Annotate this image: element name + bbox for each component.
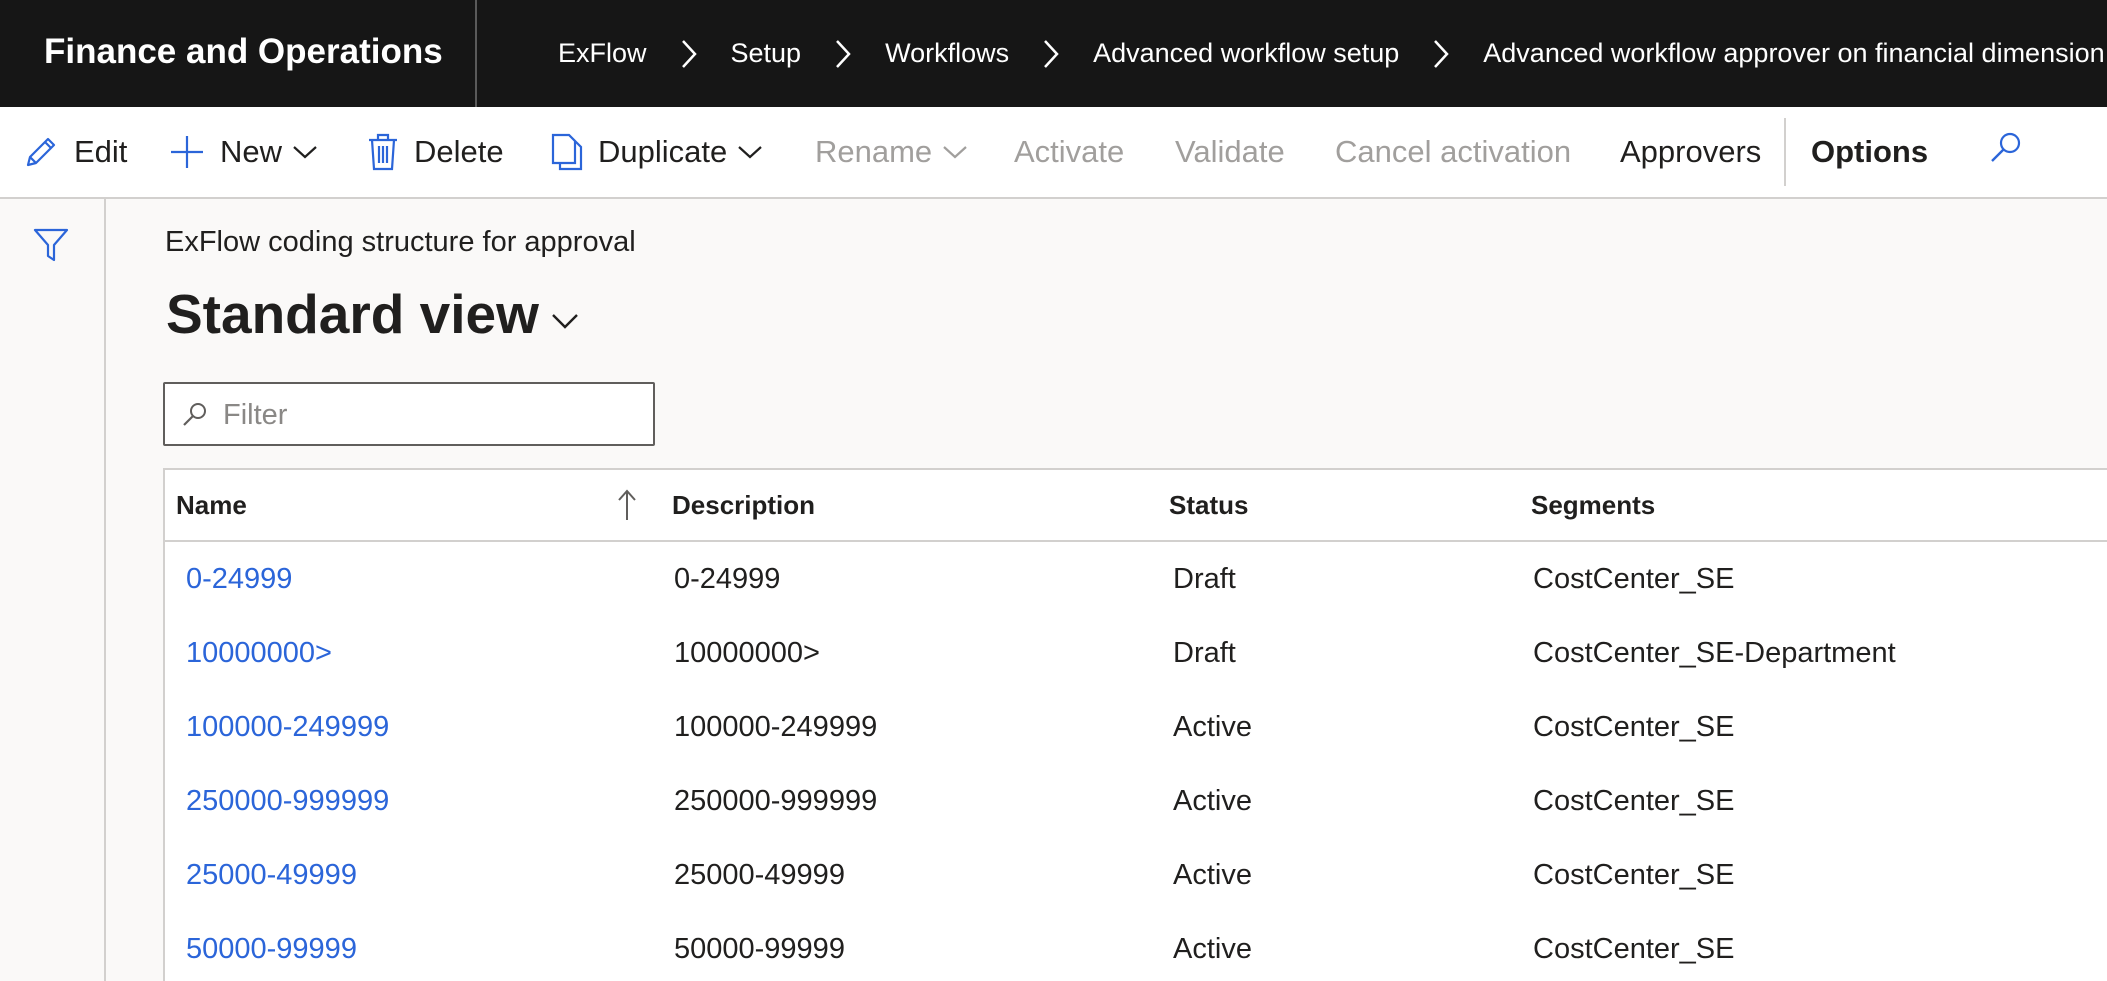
- table-row[interactable]: 50000-99999 50000-99999 Active CostCente…: [165, 912, 2107, 981]
- activate-button[interactable]: Activate: [1014, 107, 1124, 197]
- row-description: 25000-49999: [674, 859, 845, 891]
- filter-box: [163, 382, 655, 446]
- row-description: 100000-249999: [674, 711, 878, 743]
- breadcrumb-item-setup[interactable]: Setup: [731, 38, 802, 69]
- grid-header: Name Description Status Segments: [165, 470, 2107, 542]
- row-status: Draft: [1173, 563, 1236, 595]
- search-icon: [1988, 130, 2024, 174]
- row-status: Active: [1173, 933, 1252, 965]
- row-status: Active: [1173, 859, 1252, 891]
- chevron-down-icon: [551, 312, 579, 330]
- edit-label: Edit: [74, 134, 128, 169]
- view-selector[interactable]: Standard view: [166, 282, 579, 346]
- row-name-link[interactable]: 0-24999: [186, 542, 292, 616]
- rename-label: Rename: [815, 134, 933, 169]
- new-button[interactable]: New: [168, 107, 318, 197]
- new-label: New: [220, 134, 283, 169]
- options-tab[interactable]: Options: [1811, 107, 1928, 197]
- app-title[interactable]: Finance and Operations: [44, 0, 443, 107]
- column-header-status[interactable]: Status: [1169, 470, 1248, 540]
- filter-input[interactable]: [221, 392, 645, 438]
- table-row[interactable]: 250000-999999 250000-999999 Active CostC…: [165, 764, 2107, 838]
- chevron-right-icon: [801, 37, 885, 70]
- chevron-right-icon: [647, 37, 731, 70]
- action-pane-divider: [1784, 118, 1786, 186]
- table-row[interactable]: 100000-249999 100000-249999 Active CostC…: [165, 690, 2107, 764]
- duplicate-label: Duplicate: [598, 134, 728, 169]
- breadcrumb-item-current-page[interactable]: Advanced workflow approver on financial …: [1483, 38, 2104, 69]
- table-row[interactable]: 25000-49999 25000-49999 Active CostCente…: [165, 838, 2107, 912]
- row-name-link[interactable]: 10000000>: [186, 616, 332, 690]
- row-name-link[interactable]: 250000-999999: [186, 764, 389, 838]
- row-segments: CostCenter_SE: [1533, 933, 1735, 965]
- breadcrumb-item-advanced-workflow-setup[interactable]: Advanced workflow setup: [1093, 38, 1399, 69]
- column-header-description[interactable]: Description: [672, 470, 815, 540]
- row-description: 10000000>: [674, 637, 820, 669]
- copy-icon: [550, 132, 584, 172]
- breadcrumb: ExFlow Setup Workflows Advanced workflow…: [558, 0, 2105, 107]
- chevron-right-icon: [1009, 37, 1093, 70]
- data-grid: Name Description Status Segments 0-24999…: [163, 468, 2107, 981]
- sort-ascending-icon: [615, 488, 639, 527]
- action-pane: Edit New Delete Duplicate Rename Activat…: [0, 107, 2107, 199]
- row-status: Active: [1173, 711, 1252, 743]
- options-label: Options: [1811, 134, 1929, 169]
- approvers-button[interactable]: Approvers: [1620, 107, 1761, 197]
- breadcrumb-item-workflows[interactable]: Workflows: [885, 38, 1009, 69]
- form-caption: ExFlow coding structure for approval: [165, 226, 636, 258]
- row-segments: CostCenter_SE: [1533, 785, 1735, 817]
- pencil-icon: [22, 133, 60, 171]
- topbar-divider: [475, 0, 477, 107]
- rename-button[interactable]: Rename: [815, 107, 968, 197]
- top-navigation-bar: Finance and Operations ExFlow Setup Work…: [0, 0, 2107, 107]
- chevron-down-icon: [737, 144, 763, 160]
- delete-button[interactable]: Delete: [366, 107, 504, 197]
- delete-label: Delete: [414, 134, 504, 169]
- activate-label: Activate: [1014, 134, 1125, 169]
- cancel-activation-button[interactable]: Cancel activation: [1335, 107, 1571, 197]
- row-name-link[interactable]: 100000-249999: [186, 690, 389, 764]
- row-segments: CostCenter_SE: [1533, 859, 1735, 891]
- funnel-icon[interactable]: [32, 226, 70, 269]
- row-description: 250000-999999: [674, 785, 878, 817]
- search-button[interactable]: [1988, 107, 2024, 197]
- row-name-link[interactable]: 25000-49999: [186, 838, 357, 912]
- column-header-name[interactable]: Name: [176, 470, 247, 540]
- breadcrumb-item-exflow[interactable]: ExFlow: [558, 38, 647, 69]
- row-segments: CostCenter_SE: [1533, 563, 1735, 595]
- chevron-down-icon: [292, 144, 318, 160]
- plus-icon: [168, 133, 206, 171]
- approvers-label: Approvers: [1620, 134, 1762, 169]
- row-description: 0-24999: [674, 563, 781, 595]
- row-status: Active: [1173, 785, 1252, 817]
- duplicate-button[interactable]: Duplicate: [550, 107, 763, 197]
- trash-icon: [366, 132, 400, 172]
- filter-rail: [0, 199, 106, 981]
- table-row[interactable]: 10000000> 10000000> Draft CostCenter_SE-…: [165, 616, 2107, 690]
- column-header-segments[interactable]: Segments: [1531, 470, 1655, 540]
- cancel-activation-label: Cancel activation: [1335, 134, 1572, 169]
- row-segments: CostCenter_SE: [1533, 711, 1735, 743]
- row-name-link[interactable]: 50000-99999: [186, 912, 357, 981]
- row-segments: CostCenter_SE-Department: [1533, 637, 1896, 669]
- page-title: Standard view: [166, 283, 539, 345]
- row-status: Draft: [1173, 637, 1236, 669]
- table-row[interactable]: 0-24999 0-24999 Draft CostCenter_SE: [165, 542, 2107, 616]
- chevron-right-icon: [1399, 37, 1483, 70]
- row-description: 50000-99999: [674, 933, 845, 965]
- validate-label: Validate: [1175, 134, 1285, 169]
- chevron-down-icon: [942, 144, 968, 160]
- validate-button[interactable]: Validate: [1175, 107, 1285, 197]
- search-icon: [181, 401, 209, 434]
- edit-button[interactable]: Edit: [22, 107, 127, 197]
